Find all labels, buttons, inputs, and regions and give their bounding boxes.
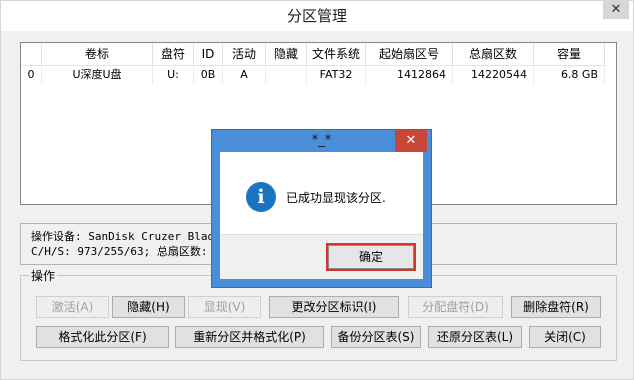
hide-button[interactable]: 隐藏(H)	[112, 296, 185, 318]
column-header-hidden[interactable]: 隐藏	[266, 43, 307, 66]
cell-active: A	[223, 66, 266, 84]
cell-capacity: 6.8 GB	[534, 66, 605, 84]
column-header-total-sectors[interactable]: 总扇区数	[453, 43, 534, 66]
cell-drive-letter: U:	[153, 66, 194, 84]
backup-partition-table-button[interactable]: 备份分区表(S)	[331, 326, 421, 348]
remove-drive-letter-button[interactable]: 删除盘符(R)	[511, 296, 601, 318]
device-geometry-text: C/H/S: 973/255/63; 总扇区数: 15	[31, 245, 228, 258]
column-header-active[interactable]: 活动	[223, 43, 266, 66]
message-dialog: *_* ✕ i 已成功显现该分区. 确定	[211, 129, 432, 288]
column-header-start-sector[interactable]: 起始扇区号	[366, 43, 453, 66]
show-button[interactable]: 显现(V)	[188, 296, 261, 318]
window-title: 分区管理	[286, 7, 347, 25]
info-icon: i	[246, 182, 276, 212]
column-header-capacity[interactable]: 容量	[534, 43, 605, 66]
close-button[interactable]: 关闭(C)	[529, 326, 601, 348]
operations-group-label: 操作	[29, 267, 58, 284]
column-header-file-system[interactable]: 文件系统	[307, 43, 366, 66]
column-header-volume-label[interactable]: 卷标	[42, 43, 153, 66]
cell-start-sector: 1412864	[366, 66, 453, 84]
dialog-close-button[interactable]: ✕	[395, 130, 427, 152]
repartition-and-format-button[interactable]: 重新分区并格式化(P)	[175, 326, 324, 348]
column-header-index[interactable]	[21, 43, 42, 66]
dialog-footer: 确定	[220, 234, 423, 279]
cell-hidden	[266, 66, 307, 84]
cell-id: 0B	[194, 66, 223, 84]
cell-total-sectors: 14220544	[453, 66, 534, 84]
change-partition-id-button[interactable]: 更改分区标识(I)	[269, 296, 399, 318]
ok-button[interactable]: 确定	[326, 243, 416, 271]
assign-drive-letter-button[interactable]: 分配盘符(D)	[408, 296, 503, 318]
activate-button[interactable]: 激活(A)	[36, 296, 109, 318]
format-partition-button[interactable]: 格式化此分区(F)	[36, 326, 169, 348]
cell-index: 0	[21, 66, 42, 84]
column-header-id[interactable]: ID	[194, 43, 223, 66]
device-name-text: 操作设备: SanDisk Cruzer Blad	[31, 230, 215, 243]
restore-partition-table-button[interactable]: 还原分区表(L)	[428, 326, 522, 348]
dialog-message: 已成功显现该分区.	[286, 191, 386, 205]
dialog-body: i 已成功显现该分区. 确定	[220, 152, 423, 279]
cell-volume-label: U深度U盘	[42, 66, 153, 84]
window-close-button[interactable]: ✕	[603, 1, 629, 19]
cell-file-system: FAT32	[307, 66, 366, 84]
title-bar: 分区管理 ✕	[1, 1, 633, 31]
column-header-drive-letter[interactable]: 盘符	[153, 43, 194, 66]
